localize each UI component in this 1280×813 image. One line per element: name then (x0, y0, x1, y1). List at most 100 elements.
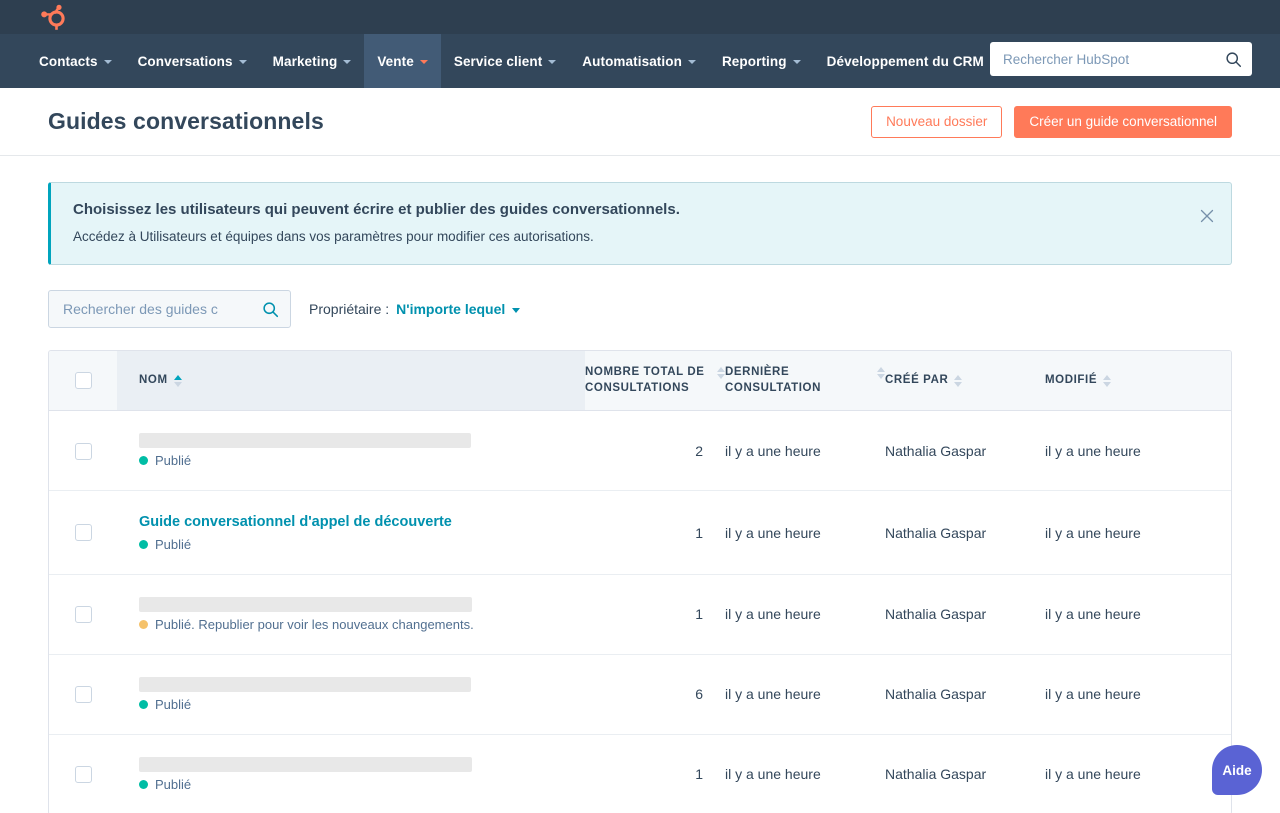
nav-item-developpement-du-crm[interactable]: Développement du CRM (814, 34, 997, 88)
close-icon[interactable] (1199, 208, 1215, 224)
total-views-cell: 1 (695, 766, 703, 783)
redacted-name-placeholder (139, 433, 471, 449)
column-header-last-viewed[interactable]: DERNIÈRE CONSULTATION (725, 351, 885, 412)
logo-row (0, 0, 1280, 34)
table-head: NOM NOMBRE TOTAL DE CONSULTATIONS DERNIÈ… (49, 351, 1231, 412)
playbook-name-link[interactable]: Guide conversationnel d'appel de découve… (139, 514, 452, 531)
nav-item-label: Contacts (39, 53, 98, 69)
last-viewed-cell: il y a une heure (725, 490, 885, 575)
search-icon[interactable] (1225, 51, 1242, 68)
playbook-search[interactable] (48, 290, 291, 329)
playbook-name-cell: Publié. Republier pour voir les nouveaux… (117, 574, 585, 655)
sort-toggle-name[interactable] (173, 375, 182, 388)
nav-item-vente[interactable]: Vente (364, 34, 441, 88)
chevron-down-icon (343, 60, 352, 64)
sort-desc-icon (877, 374, 885, 380)
sort-asc-icon (954, 375, 963, 381)
chevron-down-icon (792, 60, 801, 64)
owner-filter[interactable]: Propriétaire : N'importe lequel (309, 301, 521, 317)
row-checkbox[interactable] (74, 524, 92, 542)
sort-toggle-last-viewed[interactable] (877, 367, 885, 380)
sort-desc-icon (1103, 382, 1112, 388)
column-label: MODIFIÉ (1045, 374, 1098, 387)
nav-item-label: Marketing (272, 53, 338, 69)
nav-item-conversations[interactable]: Conversations (125, 34, 260, 88)
total-views-cell: 2 (585, 410, 725, 492)
global-search-input[interactable] (1003, 51, 1225, 67)
redacted-name-placeholder (139, 596, 472, 612)
playbooks-table: NOM NOMBRE TOTAL DE CONSULTATIONS DERNIÈ… (49, 351, 1231, 813)
create-playbook-button[interactable]: Créer un guide conversationnel (1014, 105, 1232, 138)
row-select-cell (49, 490, 117, 575)
select-all-checkbox[interactable] (74, 372, 92, 390)
column-header-modified[interactable]: MODIFIÉ (1045, 351, 1231, 412)
sort-desc-icon (954, 382, 963, 388)
table-row[interactable]: Guide conversationnel d'appel de découve… (49, 490, 1231, 575)
owner-filter-value[interactable]: N'importe lequel (396, 301, 505, 317)
nav-item-reporting[interactable]: Reporting (709, 34, 814, 88)
chevron-down-icon (419, 60, 428, 64)
status-label: Publié. Republier pour voir les nouveaux… (155, 616, 474, 632)
column-header-name[interactable]: NOM (117, 351, 585, 412)
playbook-search-input[interactable] (63, 301, 262, 318)
created-by-cell: Nathalia Gaspar (885, 574, 1045, 655)
page-title: Guides conversationnels (48, 108, 324, 134)
banner-body: Choisissez les utilisateurs qui peuvent … (73, 199, 1211, 246)
row-checkbox[interactable] (74, 442, 92, 460)
nav-item-label: Développement du CRM (826, 53, 984, 69)
permissions-banner: Choisissez les utilisateurs qui peuvent … (48, 182, 1232, 266)
table-body: Publié 2 il y a une heure Nathalia Gaspar il… (49, 410, 1231, 813)
nav-item-automatisation[interactable]: Automatisation (569, 34, 709, 88)
select-all-header (49, 351, 117, 412)
total-views-cell: 1 (585, 490, 725, 575)
column-label: NOMBRE TOTAL DE CONSULTATIONS (585, 366, 705, 394)
row-select-cell (49, 574, 117, 655)
table-row[interactable]: Publié 6 il y a une heure Nathalia Gaspar il… (49, 654, 1231, 735)
nav-item-service-client[interactable]: Service client (441, 34, 569, 88)
page-header: Guides conversationnels Nouveau dossier … (0, 88, 1280, 156)
chevron-down-icon (103, 60, 112, 64)
status-badge: Publié (139, 537, 585, 552)
nav-item-contacts[interactable]: Contacts (26, 34, 125, 88)
sort-asc-icon (877, 367, 885, 373)
playbook-name-cell: Guide conversationnel d'appel de découve… (117, 490, 585, 575)
table-row[interactable]: Publié. Republier pour voir les nouveaux… (49, 574, 1231, 655)
created-by-cell: Nathalia Gaspar (885, 654, 1045, 735)
column-header-created-by[interactable]: CRÉÉ PAR (885, 351, 1045, 412)
status-badge: Publié. Republier pour voir les nouveaux… (139, 617, 585, 632)
sort-desc-icon (173, 382, 182, 388)
total-views-cell: 1 (585, 574, 725, 655)
sort-toggle-views[interactable] (717, 367, 725, 380)
row-checkbox[interactable] (74, 766, 92, 784)
nav-item-label: Service client (453, 53, 543, 69)
table-header-row: NOM NOMBRE TOTAL DE CONSULTATIONS DERNIÈ… (49, 351, 1231, 412)
help-button[interactable]: Aide (1212, 745, 1262, 795)
status-dot-icon (139, 539, 148, 549)
table-row[interactable]: Publié 2 il y a une heure Nathalia Gaspar il… (49, 410, 1231, 492)
status-badge: Publié (139, 453, 585, 468)
search-icon[interactable] (262, 301, 279, 318)
modified-cell: il y a une heure (1045, 766, 1141, 783)
sort-toggle-created-by[interactable] (954, 375, 963, 388)
new-folder-button[interactable]: Nouveau dossier (871, 105, 1003, 138)
redacted-name-placeholder (139, 756, 472, 772)
sort-asc-icon (173, 375, 182, 381)
hubspot-sprocket-logo[interactable] (36, 4, 66, 30)
playbook-name-cell: Publié (117, 654, 585, 735)
row-select-cell (49, 410, 117, 492)
global-search[interactable] (990, 42, 1252, 76)
nav-item-label: Conversations (137, 53, 233, 69)
row-checkbox[interactable] (74, 686, 92, 704)
last-viewed-cell: il y a une heure (725, 574, 885, 655)
last-viewed-cell: il y a une heure (725, 766, 821, 783)
table-row[interactable]: Publié 1 il y a une heure Nathalia Gaspar il… (49, 734, 1231, 813)
status-badge: Publié (139, 777, 585, 792)
row-checkbox[interactable] (74, 606, 92, 624)
chevron-down-icon (548, 60, 557, 64)
row-select-cell (49, 734, 117, 813)
sort-toggle-modified[interactable] (1103, 375, 1112, 388)
last-viewed-cell: il y a une heure (725, 654, 885, 735)
header-actions: Nouveau dossier Créer un guide conversat… (871, 105, 1232, 138)
nav-item-marketing[interactable]: Marketing (260, 34, 365, 88)
column-header-views[interactable]: NOMBRE TOTAL DE CONSULTATIONS (585, 351, 725, 412)
